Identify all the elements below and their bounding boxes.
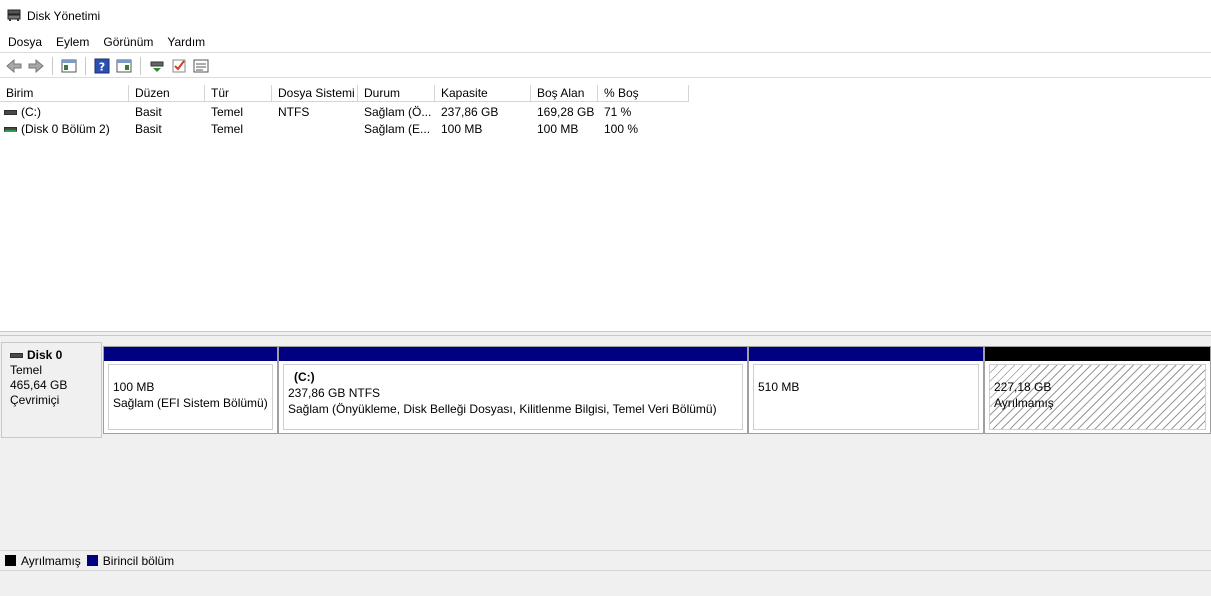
menu-view[interactable]: Görünüm: [96, 33, 160, 52]
toolbar-separator: [52, 56, 53, 75]
volume-list: Birim Düzen Tür Dosya Sistemi Durum Kapa…: [0, 79, 1211, 331]
volume-file-system: NTFS: [278, 105, 310, 119]
legend-label: Birincil bölüm: [102, 553, 175, 568]
column-header-capacity[interactable]: Kapasite: [435, 85, 531, 102]
volume-capacity: 237,86 GB: [441, 105, 499, 119]
partition-c[interactable]: (C:) 237,86 GB NTFS Sağlam (Önyükleme, D…: [278, 346, 748, 434]
column-header-free-space[interactable]: Boş Alan: [531, 85, 598, 102]
partition-size: 510 MB: [758, 380, 800, 394]
partition-size: 227,18 GB: [994, 380, 1052, 394]
svg-text:?: ?: [99, 60, 105, 73]
window-title: Disk Yönetimi: [27, 9, 101, 23]
legend-item-unallocated: Ayrılmamış: [5, 554, 81, 568]
partition-size: 100 MB: [113, 380, 155, 394]
volume-type: Temel: [211, 105, 244, 119]
help-icon[interactable]: ?: [91, 55, 113, 77]
partition-recovery[interactable]: 510 MB: [748, 346, 984, 434]
toolbar-separator: [85, 56, 86, 75]
menu-help[interactable]: Yardım: [160, 33, 212, 52]
disk-status: Çevrimiçi: [10, 393, 60, 407]
volume-icon: [4, 127, 17, 132]
action-pane-icon[interactable]: [113, 55, 135, 77]
console-tree-icon[interactable]: [58, 55, 80, 77]
partition-name: (C:): [294, 370, 315, 384]
toolbar: ?: [0, 54, 1211, 78]
volume-free-space: 169,28 GB: [537, 105, 595, 119]
column-header-volume[interactable]: Birim: [0, 85, 129, 102]
column-header-status[interactable]: Durum: [358, 85, 435, 102]
menu-bar: Dosya Eylem Görünüm Yardım: [0, 32, 1211, 53]
volume-capacity: 100 MB: [441, 122, 483, 136]
table-row[interactable]: (C:) Basit Temel NTFS Sağlam (Ö... 237,8…: [0, 104, 689, 121]
volume-layout: Basit: [135, 122, 162, 136]
volume-icon: [4, 110, 17, 115]
column-header-row: Birim Düzen Tür Dosya Sistemi Durum Kapa…: [0, 85, 689, 102]
column-header-layout[interactable]: Düzen: [129, 85, 205, 102]
menu-file[interactable]: Dosya: [1, 33, 49, 52]
disk-name: Disk 0: [27, 348, 63, 362]
table-row[interactable]: (Disk 0 Bölüm 2) Basit Temel Sağlam (E..…: [0, 121, 689, 138]
partition-bar-unallocated: [985, 347, 1210, 361]
volume-rows: (C:) Basit Temel NTFS Sağlam (Ö... 237,8…: [0, 104, 689, 138]
partition-bar-primary: [104, 347, 277, 361]
partition-bar-primary: [749, 347, 983, 361]
back-arrow-icon[interactable]: [3, 55, 25, 77]
status-bar: [0, 571, 1211, 596]
volume-name: (C:): [21, 105, 41, 119]
partition-status: Ayrılmamış: [994, 396, 1054, 410]
partition-status: Sağlam (Önyükleme, Disk Belleği Dosyası,…: [288, 402, 717, 416]
partition-efi[interactable]: 100 MB Sağlam (EFI Sistem Bölümü): [103, 346, 278, 434]
disk-icon: [10, 353, 23, 358]
volume-status: Sağlam (E...: [364, 122, 431, 136]
disk-size: 465,64 GB: [10, 378, 68, 392]
properties-icon[interactable]: [190, 55, 212, 77]
column-header-type[interactable]: Tür: [205, 85, 272, 102]
legend-swatch: [5, 555, 16, 566]
column-header-percent-free[interactable]: % Boş: [598, 85, 689, 102]
disk-management-icon: [7, 9, 21, 24]
partition-status: Sağlam (EFI Sistem Bölümü): [113, 396, 268, 410]
legend-item-primary: Birincil bölüm: [86, 553, 175, 568]
disk-graphical-view: Disk 0 Temel 465,64 GB Çevrimiçi 100 MB …: [0, 336, 1211, 550]
column-header-file-system[interactable]: Dosya Sistemi: [272, 85, 358, 102]
partition-unallocated[interactable]: 227,18 GB Ayrılmamış: [984, 346, 1211, 434]
disk-type: Temel: [10, 363, 43, 377]
volume-status: Sağlam (Ö...: [364, 105, 432, 119]
check-icon[interactable]: [168, 55, 190, 77]
legend-label: Ayrılmamış: [21, 553, 81, 568]
forward-arrow-icon[interactable]: [25, 55, 47, 77]
legend-swatch: [86, 555, 98, 566]
partition-size: 237,86 GB NTFS: [288, 386, 381, 400]
volume-name: (Disk 0 Bölüm 2): [21, 122, 110, 136]
connect-icon[interactable]: [146, 55, 168, 77]
partition-bar-primary: [279, 347, 747, 361]
title-bar: Disk Yönetimi: [0, 0, 1211, 32]
disk-info-panel[interactable]: Disk 0 Temel 465,64 GB Çevrimiçi: [1, 342, 102, 438]
menu-action[interactable]: Eylem: [49, 33, 96, 52]
volume-type: Temel: [211, 122, 244, 136]
volume-layout: Basit: [135, 105, 162, 119]
toolbar-separator: [140, 56, 141, 75]
partition-strip: 100 MB Sağlam (EFI Sistem Bölümü) (C:) 2…: [103, 346, 1211, 434]
volume-percent-free: 100 %: [604, 122, 639, 136]
legend-bar: Ayrılmamış Birincil bölüm: [0, 550, 1211, 571]
volume-percent-free: 71 %: [604, 105, 632, 119]
volume-free-space: 100 MB: [537, 122, 579, 136]
